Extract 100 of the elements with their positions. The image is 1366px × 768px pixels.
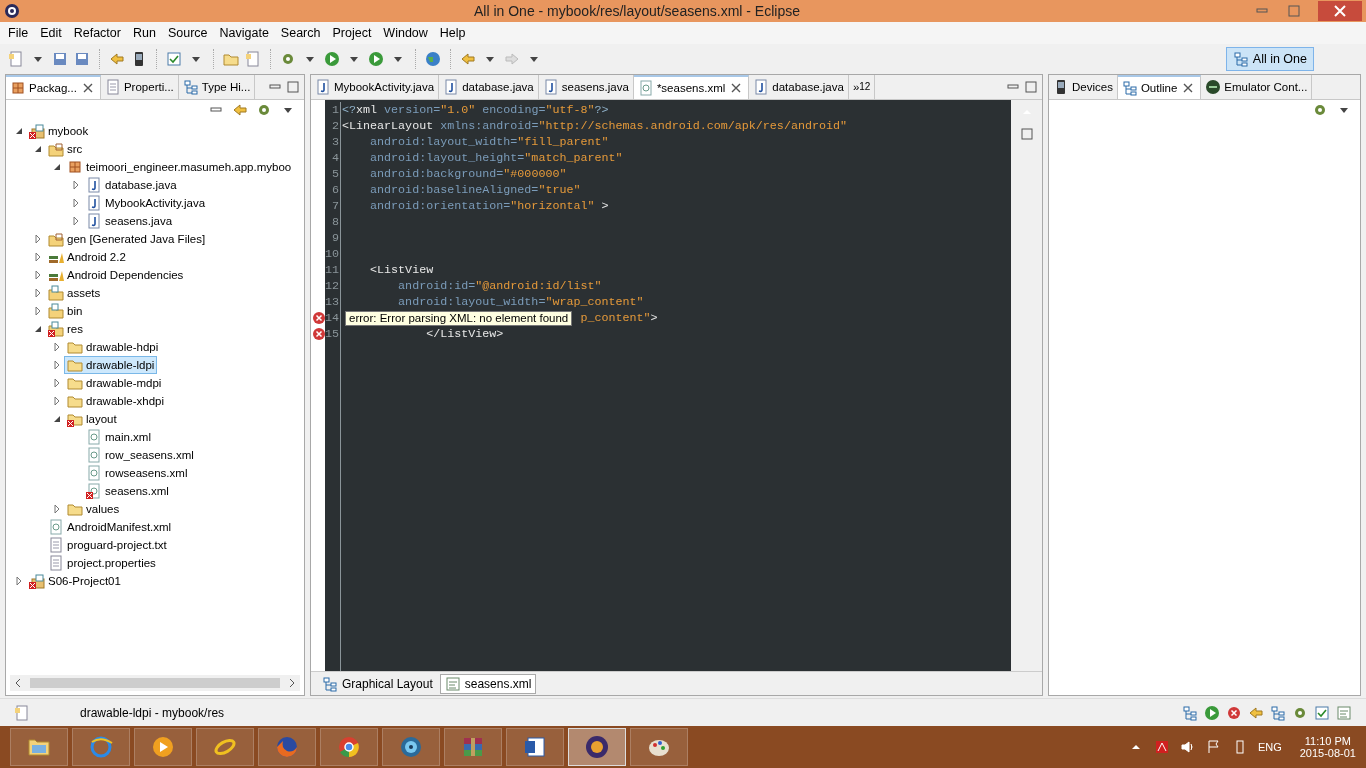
tree-item[interactable]: mybook	[26, 121, 92, 140]
editor-mode-tab[interactable]: seasens.xml	[439, 673, 537, 694]
tree-item[interactable]: teimoori_engineer.masumeh.app.myboo	[64, 157, 295, 176]
line-number: 11	[325, 261, 339, 278]
line-number: 14	[325, 309, 339, 326]
view-tab[interactable]: Packag...	[6, 74, 101, 99]
tree-item[interactable]: database.java	[83, 175, 180, 194]
editor-mode-tab[interactable]: Graphical Layout	[317, 673, 438, 694]
code-line: <ListView	[369, 262, 434, 277]
error-tooltip: error: Error parsing XML: no element found	[345, 310, 573, 326]
menu-item[interactable]: File	[2, 25, 35, 40]
java-file-icon	[443, 78, 460, 95]
tree-item[interactable]: layout	[64, 409, 120, 428]
code-line: </ListView>	[425, 326, 504, 341]
tree-item[interactable]: assets	[45, 283, 104, 302]
java-file-icon	[753, 78, 770, 95]
line-number: 15	[325, 325, 339, 342]
tree-item[interactable]: MybookActivity.java	[83, 193, 209, 212]
tree-item[interactable]: S06-Project01	[26, 571, 124, 590]
close-button[interactable]	[1318, 0, 1362, 21]
window-title: All in One - mybook/res/layout/seasens.xml - Eclipse	[473, 2, 801, 19]
tree-item[interactable]: Android Dependencies	[45, 265, 187, 284]
tray-tool-icon[interactable]	[1314, 704, 1330, 721]
app-icon	[89, 735, 113, 760]
line-number: 4	[331, 149, 339, 166]
tray-tool-icon[interactable]	[1226, 704, 1242, 721]
menu-item[interactable]: Source	[161, 25, 214, 40]
line-number: 5	[331, 165, 339, 182]
tree-item[interactable]: drawable-ldpi	[64, 355, 158, 374]
globe-icon[interactable]	[425, 50, 441, 67]
tray-tool-icon[interactable]	[1204, 704, 1220, 721]
code-line: android:id="@android:id/list"	[397, 278, 602, 293]
layout-icon	[322, 675, 338, 692]
save-icon[interactable]	[52, 50, 68, 67]
source-icon	[444, 675, 461, 692]
tree-item[interactable]: seasens.xml	[83, 481, 172, 500]
scrollbar-thumb[interactable]	[30, 678, 280, 689]
menu-item[interactable]: Window	[377, 25, 434, 40]
line-number: 8	[331, 213, 339, 230]
line-number: 1	[331, 101, 339, 118]
run-icon[interactable]	[324, 50, 340, 67]
save-all-icon[interactable]	[74, 50, 90, 67]
taskbar-app[interactable]	[568, 728, 626, 767]
new-icon	[14, 704, 30, 721]
menu-item[interactable]: Help	[433, 25, 472, 40]
tree-item[interactable]: rowseasens.xml	[83, 463, 191, 482]
editor-tab[interactable]: *seasens.xml	[633, 74, 750, 99]
run-tool-icon[interactable]	[368, 50, 384, 67]
tree-item[interactable]: drawable-hdpi	[64, 337, 162, 356]
checkbox-icon[interactable]	[166, 50, 182, 67]
tray-tool-icon[interactable]	[1270, 704, 1286, 721]
tree-item[interactable]: row_seasens.xml	[83, 445, 197, 464]
flag-icon[interactable]	[1205, 739, 1222, 756]
tree-item[interactable]: AndroidManifest.xml	[45, 517, 175, 536]
view-tab[interactable]: Outline	[1117, 74, 1202, 99]
tree-item[interactable]: drawable-mdpi	[64, 373, 165, 392]
tree-item[interactable]: bin	[45, 301, 86, 320]
java-file-icon	[542, 78, 559, 95]
hierarchy-icon	[182, 78, 199, 95]
line-number: 7	[331, 197, 339, 214]
tree-item[interactable]: Android 2.2	[45, 247, 129, 266]
tree-item[interactable]: gen [Generated Java Files]	[45, 229, 209, 248]
perspective-button[interactable]: All in One	[1225, 46, 1314, 71]
language-indicator[interactable]: ENG	[1257, 741, 1282, 754]
back-icon[interactable]	[460, 50, 476, 67]
menu-item[interactable]: Project	[326, 25, 378, 40]
emulator-icon	[1205, 78, 1222, 95]
line-number: 13	[325, 293, 339, 310]
tree-item[interactable]: res	[45, 319, 86, 338]
tree-item[interactable]: values	[64, 499, 123, 518]
line-number: 2	[331, 117, 339, 134]
menu-item[interactable]: Navigate	[213, 25, 275, 40]
line-number: 6	[331, 181, 339, 198]
tray-tool-icon[interactable]	[1182, 704, 1198, 721]
line-number: 10	[325, 245, 339, 262]
code-line: android:layout_width="wrap_content"	[397, 294, 644, 309]
menu-item[interactable]: Run	[126, 25, 162, 40]
app-icon	[523, 735, 547, 760]
java-file-icon	[315, 78, 331, 95]
tree-item[interactable]: project.properties	[45, 553, 159, 572]
code-line: android:orientation="horizontal" >	[369, 198, 609, 213]
tree-item[interactable]: proguard-project.txt	[45, 535, 170, 554]
code-line: <LinearLayout xmlns:android="http://schemas.android.com/apk/res/android"	[342, 118, 847, 133]
speaker-icon[interactable]	[1179, 739, 1196, 756]
tree-item[interactable]: main.xml	[83, 427, 154, 446]
tree-item[interactable]: seasens.java	[83, 211, 176, 230]
status-text: drawable-ldpi - mybook/res	[80, 705, 225, 720]
clock[interactable]: 11:10 PM 2015-08-01	[1299, 735, 1356, 760]
menu-item[interactable]: Edit	[34, 25, 68, 40]
tray-tool-icon[interactable]	[1248, 704, 1264, 721]
menu-item[interactable]: Refactor	[67, 25, 127, 40]
menu-item[interactable]: Search	[274, 25, 327, 40]
tree-item[interactable]: src	[45, 139, 86, 158]
xml-file-icon	[637, 79, 654, 96]
tree-item[interactable]: drawable-xhdpi	[64, 391, 167, 410]
app-icon	[337, 735, 361, 760]
outline-icon	[1121, 79, 1138, 96]
line-number: 3	[331, 133, 339, 150]
antivirus-icon[interactable]	[1153, 739, 1170, 756]
code-line: <?xml version="1.0" encoding="utf-8"?>	[342, 102, 609, 117]
